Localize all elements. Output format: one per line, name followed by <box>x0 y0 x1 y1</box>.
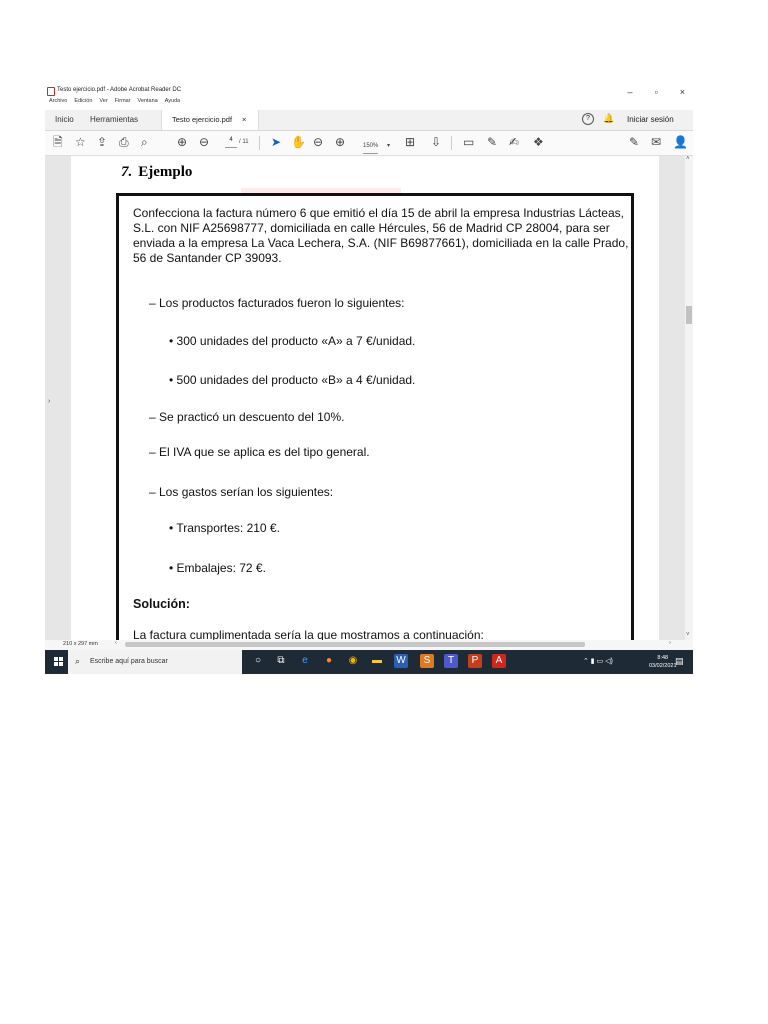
menu-ayuda[interactable]: Ayuda <box>165 98 181 104</box>
scroll-mode-icon[interactable]: ⇩ <box>431 135 441 149</box>
section-heading: 7. Ejemplo <box>121 164 192 181</box>
toolbar: 🗎 ☆ ⇪ ⎙ ⌕ ⊕ ⊖ 4 / 11 ➤ ✋ ⊖ ⊕ 150% ▾ ⊞ ⇩ … <box>45 131 693 156</box>
tab-document[interactable]: Testo ejercicio.pdf × <box>161 110 259 130</box>
solution-text: La factura cumplimentada sería la que mo… <box>133 628 484 640</box>
file-explorer-icon[interactable]: ▬ <box>370 654 384 668</box>
discount-line: – Se practicó un descuento del 10%. <box>149 410 345 424</box>
menu-bar: Archivo Edición Ver Firmar Ventana Ayuda <box>49 98 180 104</box>
system-tray-icons[interactable]: ⌃ ▮ ▭ ◁) <box>583 657 613 665</box>
window-title: Testo ejercicio.pdf - Adobe Acrobat Read… <box>57 87 182 93</box>
menu-ventana[interactable]: Ventana <box>138 98 158 104</box>
save-icon[interactable]: 🗎 <box>53 135 63 149</box>
page-down-icon[interactable]: ⊖ <box>199 135 209 149</box>
pdf-page: 7. Ejemplo Confecciona la factura número … <box>71 156 659 640</box>
powerpoint-icon[interactable]: P <box>468 654 482 668</box>
menu-ver[interactable]: Ver <box>99 98 107 104</box>
screenshot: Testo ejercicio.pdf - Adobe Acrobat Read… <box>45 84 693 674</box>
left-panel-arrow-icon[interactable]: › <box>48 398 50 405</box>
scrollbar-thumb[interactable] <box>686 306 692 324</box>
word-icon[interactable]: W <box>394 654 408 668</box>
sway-icon[interactable]: S <box>420 654 434 668</box>
products-heading: – Los productos facturados fueron lo sig… <box>149 296 405 310</box>
product-b-line: • 500 unidades del producto «B» a 4 €/un… <box>169 373 416 387</box>
status-bar: 210 x 297 mm ‹ › <box>45 640 693 650</box>
acrobat-icon <box>47 87 55 96</box>
search-placeholder: Escribe aquí para buscar <box>90 658 168 665</box>
toolbar-divider <box>451 136 452 150</box>
toolbar-divider <box>259 136 260 150</box>
tab-inicio[interactable]: Inicio <box>55 115 74 124</box>
menu-edicion[interactable]: Edición <box>74 98 92 104</box>
packaging-line: • Embalajes: 72 €. <box>169 561 266 575</box>
cortana-icon[interactable]: ○ <box>251 654 265 668</box>
minimize-button[interactable]: – <box>628 87 633 97</box>
help-icon[interactable]: ? <box>582 113 594 125</box>
horizontal-scrollbar[interactable] <box>125 642 585 647</box>
taskbar-search-box[interactable]: ⌕ Escribe aquí para buscar <box>68 650 242 674</box>
tab-herramientas[interactable]: Herramientas <box>90 115 138 124</box>
sign-icon[interactable]: ✍ <box>509 135 519 149</box>
scroll-down-icon[interactable]: ˅ <box>686 632 690 638</box>
section-number: 7. <box>121 164 133 180</box>
chevron-down-icon[interactable]: ▾ <box>387 139 390 153</box>
taskbar-clock[interactable]: 8:48 03/02/2021 <box>649 654 677 670</box>
window-controls: – ▫ × <box>628 87 685 97</box>
clock-time: 8:48 <box>657 655 669 661</box>
windows-start-icon[interactable] <box>54 657 63 666</box>
transport-line: • Transportes: 210 €. <box>169 521 280 535</box>
fill-sign-icon[interactable]: ✎ <box>629 135 639 149</box>
fit-page-icon[interactable]: ⊞ <box>405 135 415 149</box>
stamp-icon[interactable]: ❖ <box>533 135 544 149</box>
zoom-out-icon[interactable]: ⊖ <box>313 135 323 149</box>
close-button[interactable]: × <box>680 87 685 97</box>
page-size-label: 210 x 297 mm <box>63 641 98 647</box>
zoom-level-select[interactable]: 150% <box>363 139 379 154</box>
tab-close-icon[interactable]: × <box>242 115 246 124</box>
pen-icon[interactable]: ✎ <box>487 135 497 149</box>
title-bar: Testo ejercicio.pdf - Adobe Acrobat Read… <box>45 84 693 108</box>
bookmark-star-icon[interactable]: ☆ <box>75 135 86 149</box>
acrobat-taskbar-icon[interactable]: A <box>492 654 506 668</box>
scroll-left-icon[interactable]: ‹ <box>115 640 117 646</box>
solution-label: Solución: <box>133 597 190 611</box>
page-up-icon[interactable]: ⊕ <box>177 135 187 149</box>
chrome-icon[interactable]: ◉ <box>346 654 360 668</box>
exercise-statement: Confecciona la factura número 6 que emit… <box>133 206 629 265</box>
print-icon[interactable]: ⎙ <box>119 135 129 149</box>
tab-bar: Inicio Herramientas Testo ejercicio.pdf … <box>45 110 693 131</box>
firefox-icon[interactable]: ● <box>322 654 336 668</box>
scroll-up-icon[interactable]: ˄ <box>686 156 690 162</box>
product-a-line: • 300 unidades del producto «A» a 7 €/un… <box>169 334 416 348</box>
edge-icon[interactable]: e <box>298 654 312 668</box>
notifications-icon[interactable]: ▤ <box>675 656 684 667</box>
teams-icon[interactable]: T <box>444 654 458 668</box>
iva-line: – El IVA que se aplica es del tipo gener… <box>149 445 370 459</box>
example-box: Confecciona la factura número 6 que emit… <box>116 193 634 640</box>
menu-archivo[interactable]: Archivo <box>49 98 67 104</box>
zoom-search-icon[interactable]: ⌕ <box>141 135 148 149</box>
bell-icon[interactable]: 🔔 <box>603 113 614 124</box>
document-viewer[interactable]: › 7. Ejemplo Confecciona la factura númer… <box>45 156 689 640</box>
share-user-icon[interactable]: 👤 <box>673 135 688 149</box>
section-title: Ejemplo <box>138 164 193 180</box>
menu-firmar[interactable]: Firmar <box>115 98 131 104</box>
maximize-button[interactable]: ▫ <box>655 87 658 97</box>
page-total: / 11 <box>239 139 249 145</box>
mail-icon[interactable]: ✉ <box>651 135 661 149</box>
search-icon: ⌕ <box>75 656 81 666</box>
tab-document-label: Testo ejercicio.pdf <box>172 115 233 124</box>
scroll-right-icon[interactable]: › <box>669 640 671 646</box>
zoom-in-icon[interactable]: ⊕ <box>335 135 345 149</box>
page-number-input[interactable]: 4 <box>225 137 237 148</box>
comment-icon[interactable]: ▭ <box>463 135 474 149</box>
task-view-icon[interactable]: ⧉ <box>274 654 288 668</box>
select-cursor-icon[interactable]: ➤ <box>271 135 281 149</box>
taskbar: ⌕ Escribe aquí para buscar ○ ⧉ e ● ◉ ▬ W… <box>45 650 693 674</box>
expenses-heading: – Los gastos serían los siguientes: <box>149 485 334 499</box>
vertical-scrollbar[interactable]: ˄ ˅ <box>685 156 693 640</box>
hand-tool-icon[interactable]: ✋ <box>291 135 306 149</box>
signin-button[interactable]: Iniciar sesión <box>627 115 674 124</box>
clock-date: 03/02/2021 <box>649 663 677 669</box>
upload-icon[interactable]: ⇪ <box>97 135 107 149</box>
